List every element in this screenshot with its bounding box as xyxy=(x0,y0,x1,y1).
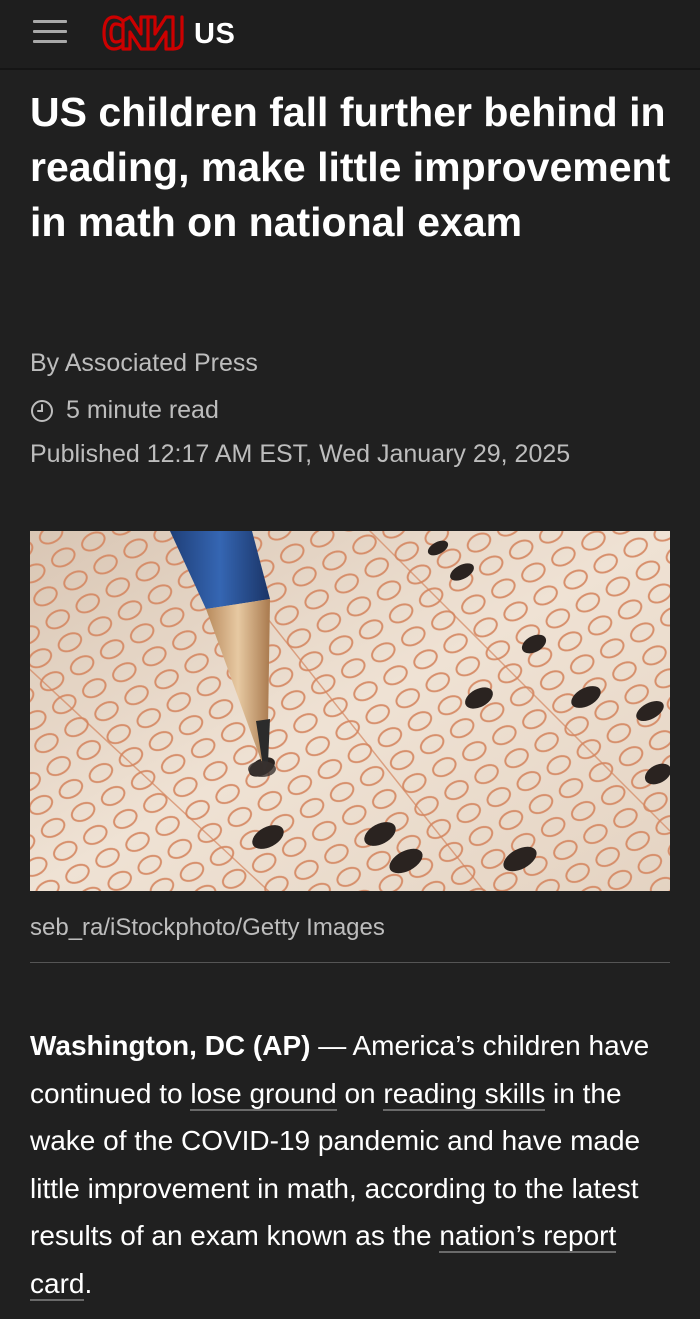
link-reading-skills[interactable]: reading skills xyxy=(383,1077,546,1111)
divider xyxy=(30,962,670,963)
menu-button[interactable] xyxy=(33,18,67,46)
cnn-logo[interactable] xyxy=(100,12,186,56)
clock-icon xyxy=(31,400,53,422)
em-dash: — xyxy=(310,1030,353,1061)
link-lose-ground[interactable]: lose ground xyxy=(190,1077,337,1111)
edition-label[interactable]: US xyxy=(194,17,235,51)
read-time-label: 5 minute read xyxy=(66,396,219,424)
article-image[interactable] xyxy=(30,531,670,891)
paragraph-text: . xyxy=(84,1267,93,1299)
article-headline: US children fall further behind in readi… xyxy=(30,89,671,245)
hamburger-icon-line xyxy=(33,40,67,43)
hamburger-icon-line xyxy=(33,30,67,33)
image-caption: seb_ra/iStockphoto/Getty Images xyxy=(30,914,385,941)
article-paragraph: Washington, DC (AP) — America’s children… xyxy=(30,1022,680,1307)
hamburger-icon-line xyxy=(33,20,67,23)
published-timestamp: Published 12:17 AM EST, Wed January 29, … xyxy=(30,440,571,468)
answer-sheet-pencil-image xyxy=(30,531,670,891)
dateline: Washington, DC (AP) xyxy=(30,1030,311,1061)
byline: By Associated Press xyxy=(30,349,258,377)
top-navigation-bar: US xyxy=(0,0,700,70)
paragraph-text: on xyxy=(336,1077,384,1109)
